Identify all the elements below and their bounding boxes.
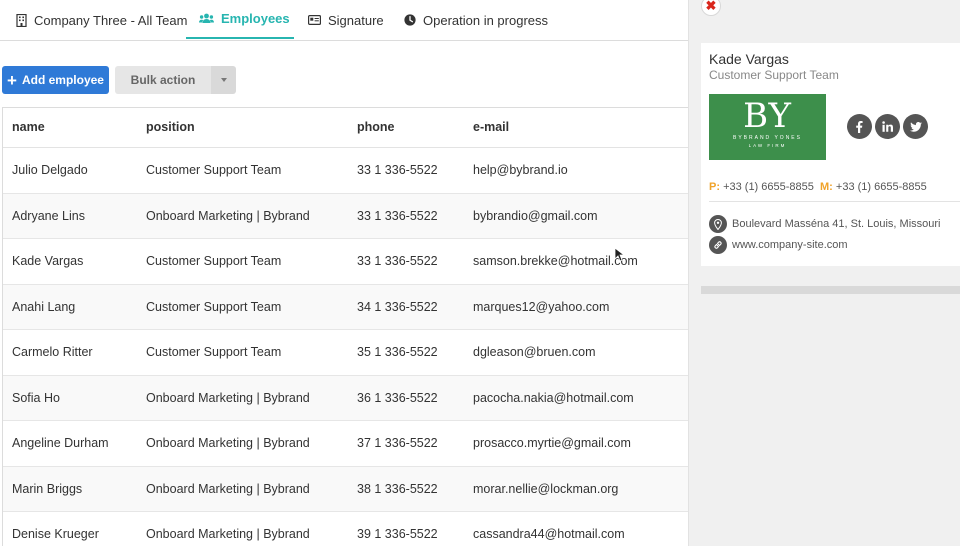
cell-name: Julio Delgado bbox=[12, 163, 88, 177]
facebook-icon[interactable] bbox=[847, 114, 872, 139]
horizontal-scrollbar[interactable] bbox=[701, 286, 960, 294]
tab-label: Operation in progress bbox=[423, 12, 549, 28]
cell-email: prosacco.myrtie@gmail.com bbox=[473, 436, 631, 450]
tab-employees[interactable]: Employees bbox=[186, 0, 294, 39]
signature-preview-panel: ✖ Kade Vargas Customer Support Team BY B… bbox=[688, 0, 960, 546]
cell-phone: 38 1 336-5522 bbox=[357, 481, 438, 496]
cell-phone: 33 1 336-5522 bbox=[357, 208, 438, 223]
table-row[interactable]: Angeline Durham Onboard Marketing | Bybr… bbox=[3, 421, 688, 467]
cell-name: Kade Vargas bbox=[12, 254, 84, 268]
employees-table: name position phone e-mail Julio Delgado… bbox=[2, 107, 688, 546]
cell-phone: 37 1 336-5522 bbox=[357, 436, 438, 450]
employees-panel: Company Three - All Team Employees Signa… bbox=[0, 0, 688, 546]
cell-position: Onboard Marketing | Bybrand bbox=[146, 527, 310, 541]
linkedin-icon[interactable] bbox=[875, 114, 900, 139]
table-row[interactable]: Sofia Ho Onboard Marketing | Bybrand 36 … bbox=[3, 375, 688, 421]
bulk-action-label: Bulk action bbox=[130, 73, 196, 87]
add-employee-button[interactable]: + Add employee bbox=[2, 66, 109, 94]
bulk-action-dropdown-toggle[interactable] bbox=[211, 66, 236, 94]
website-text[interactable]: www.company-site.com bbox=[732, 239, 848, 251]
divider bbox=[709, 201, 960, 202]
signature-card: Kade Vargas Customer Support Team BY BYB… bbox=[701, 43, 960, 266]
cell-email: marques12@yahoo.com bbox=[473, 299, 610, 314]
address-line: Boulevard Masséna 41, St. Louis, Missour… bbox=[709, 215, 941, 233]
close-icon: ✖ bbox=[705, 0, 717, 13]
logo-monogram: BY bbox=[743, 96, 792, 136]
cell-name: Angeline Durham bbox=[12, 436, 109, 450]
add-employee-label: Add employee bbox=[21, 73, 104, 87]
close-preview-button[interactable]: ✖ bbox=[701, 0, 721, 16]
column-header-position[interactable]: position bbox=[146, 108, 195, 147]
phone-line: P: +33 (1) 6655-8855 M: +33 (1) 6655-885… bbox=[709, 181, 927, 193]
table-row[interactable]: Kade Vargas Customer Support Team 33 1 3… bbox=[3, 239, 688, 285]
tab-label: Company Three - All Team bbox=[34, 12, 188, 28]
address-text: Boulevard Masséna 41, St. Louis, Missour… bbox=[732, 218, 941, 230]
cell-phone: 36 1 336-5522 bbox=[357, 390, 438, 405]
table-header: name position phone e-mail bbox=[3, 108, 688, 148]
twitter-icon[interactable] bbox=[903, 114, 928, 139]
cell-email: morar.nellie@lockman.org bbox=[473, 481, 619, 496]
cell-position: Customer Support Team bbox=[146, 299, 282, 314]
cell-email: dgleason@bruen.com bbox=[473, 345, 596, 359]
column-header-email[interactable]: e-mail bbox=[473, 108, 509, 147]
id-card-icon bbox=[308, 15, 321, 25]
cell-email: cassandra44@hotmail.com bbox=[473, 527, 625, 541]
logo-line-1: BYBRAND YONES bbox=[733, 135, 802, 141]
chevron-down-icon bbox=[220, 78, 227, 82]
tab-company-team[interactable]: Company Three - All Team bbox=[16, 0, 187, 40]
mobile-label: M: bbox=[820, 181, 833, 193]
cell-position: Customer Support Team bbox=[146, 163, 282, 177]
signature-name: Kade Vargas bbox=[709, 51, 789, 67]
link-icon bbox=[709, 236, 727, 254]
table-row[interactable]: Denise Krueger Onboard Marketing | Bybra… bbox=[3, 512, 688, 546]
tab-label: Employees bbox=[221, 11, 290, 26]
phone-number: +33 (1) 6655-8855 bbox=[723, 181, 814, 193]
cell-position: Onboard Marketing | Bybrand bbox=[146, 481, 310, 496]
table-row[interactable]: Carmelo Ritter Customer Support Team 35 … bbox=[3, 330, 688, 376]
cell-phone: 34 1 336-5522 bbox=[357, 299, 438, 314]
cell-phone: 39 1 336-5522 bbox=[357, 527, 438, 541]
cell-position: Customer Support Team bbox=[146, 254, 282, 268]
users-icon bbox=[199, 13, 214, 23]
cell-position: Onboard Marketing | Bybrand bbox=[146, 436, 310, 450]
tab-bar: Company Three - All Team Employees Signa… bbox=[0, 0, 688, 41]
table-row[interactable]: Marin Briggs Onboard Marketing | Bybrand… bbox=[3, 466, 688, 512]
cell-name: Adryane Lins bbox=[12, 208, 85, 223]
table-row[interactable]: Anahi Lang Customer Support Team 34 1 33… bbox=[3, 284, 688, 330]
column-header-name[interactable]: name bbox=[12, 108, 45, 147]
website-line: www.company-site.com bbox=[709, 236, 848, 254]
tab-signature[interactable]: Signature bbox=[308, 0, 384, 40]
logo-line-2: LAW FIRM bbox=[748, 143, 787, 148]
table-row[interactable]: Julio Delgado Customer Support Team 33 1… bbox=[3, 148, 688, 194]
cell-name: Denise Krueger bbox=[12, 527, 99, 541]
cell-name: Carmelo Ritter bbox=[12, 345, 93, 359]
tab-operation-in-progress[interactable]: Operation in progress bbox=[404, 0, 548, 40]
mouse-cursor-icon bbox=[614, 247, 624, 262]
building-icon bbox=[16, 13, 27, 27]
plus-icon: + bbox=[7, 70, 17, 90]
signature-title: Customer Support Team bbox=[709, 68, 839, 82]
column-header-phone[interactable]: phone bbox=[357, 108, 395, 147]
cell-name: Marin Briggs bbox=[12, 481, 83, 496]
phone-label: P: bbox=[709, 181, 720, 193]
cell-phone: 35 1 336-5522 bbox=[357, 345, 438, 359]
cell-email: bybrandio@gmail.com bbox=[473, 208, 598, 223]
cell-phone: 33 1 336-5522 bbox=[357, 163, 438, 177]
cell-email: help@bybrand.io bbox=[473, 163, 568, 177]
cell-position: Onboard Marketing | Bybrand bbox=[146, 390, 310, 405]
map-pin-icon bbox=[709, 215, 727, 233]
cell-position: Onboard Marketing | Bybrand bbox=[146, 208, 310, 223]
cell-email: pacocha.nakia@hotmail.com bbox=[473, 390, 634, 405]
cell-name: Anahi Lang bbox=[12, 299, 76, 314]
mobile-number: +33 (1) 6655-8855 bbox=[835, 181, 927, 193]
cell-position: Customer Support Team bbox=[146, 345, 282, 359]
company-logo: BY BYBRAND YONES LAW FIRM bbox=[709, 94, 826, 160]
tab-label: Signature bbox=[328, 12, 384, 28]
cell-phone: 33 1 336-5522 bbox=[357, 254, 438, 268]
cell-name: Sofia Ho bbox=[12, 390, 60, 405]
clock-icon bbox=[404, 14, 416, 26]
bulk-action-button[interactable]: Bulk action bbox=[115, 66, 211, 94]
table-row[interactable]: Adryane Lins Onboard Marketing | Bybrand… bbox=[3, 193, 688, 239]
